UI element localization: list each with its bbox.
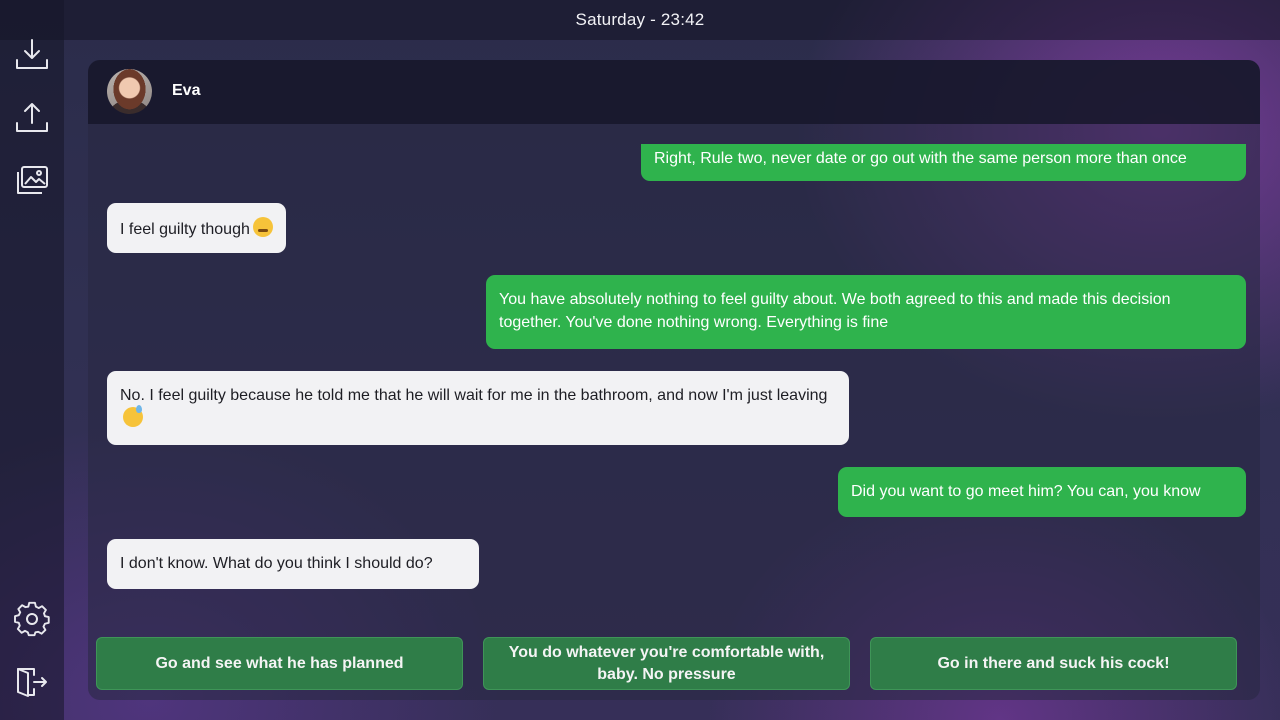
chat-panel: Eva Right, Rule two, never date or go ou… <box>88 60 1260 700</box>
download-button[interactable] <box>12 34 52 74</box>
message-text: I don't know. What do you think I should… <box>120 555 433 572</box>
choice-label: You do whatever you're comfortable with,… <box>508 643 825 683</box>
gallery-button[interactable] <box>12 160 52 200</box>
message-outgoing: Did you want to go meet him? You can, yo… <box>838 467 1246 517</box>
message-text: I feel guilty though <box>120 221 250 238</box>
message-list: Right, Rule two, never date or go out wi… <box>88 124 1260 694</box>
message-text: You have absolutely nothing to feel guil… <box>499 291 1171 331</box>
message-text: Did you want to go meet him? You can, yo… <box>851 483 1201 500</box>
contact-name: Eva <box>172 82 201 99</box>
choice-button-3[interactable]: Go in there and suck his cock! <box>870 637 1237 690</box>
top-status-bar: Saturday - 23:42 <box>0 0 1280 40</box>
grinning-sweat-face-emoji <box>123 405 143 427</box>
exit-icon <box>17 668 47 697</box>
message-outgoing: Right, Rule two, never date or go out wi… <box>641 144 1246 181</box>
message-incoming: No. I feel guilty because he told me tha… <box>107 371 849 445</box>
exit-button[interactable] <box>12 662 52 702</box>
message-outgoing: You have absolutely nothing to feel guil… <box>486 275 1246 349</box>
message-text: No. I feel guilty because he told me tha… <box>120 387 828 404</box>
choice-label: Go and see what he has planned <box>155 654 404 672</box>
upload-icon <box>16 103 48 132</box>
gear-icon <box>14 601 50 637</box>
download-icon <box>16 39 48 69</box>
upload-button[interactable] <box>12 97 52 137</box>
message-incoming: I don't know. What do you think I should… <box>107 539 479 589</box>
chat-header: Eva <box>88 60 1260 124</box>
contact-avatar <box>107 69 152 114</box>
choice-button-1[interactable]: Go and see what he has planned <box>96 637 463 690</box>
persevering-face-emoji <box>252 217 273 237</box>
choice-label: Go in there and suck his cock! <box>937 654 1170 672</box>
day-time-label: Saturday - 23:42 <box>575 10 705 29</box>
message-incoming: I feel guilty though <box>107 203 286 253</box>
gallery-icon <box>17 166 48 194</box>
choice-button-2[interactable]: You do whatever you're comfortable with,… <box>483 637 850 690</box>
sidebar <box>0 0 64 720</box>
message-text: Right, Rule two, never date or go out wi… <box>654 150 1187 167</box>
settings-button[interactable] <box>12 599 52 639</box>
